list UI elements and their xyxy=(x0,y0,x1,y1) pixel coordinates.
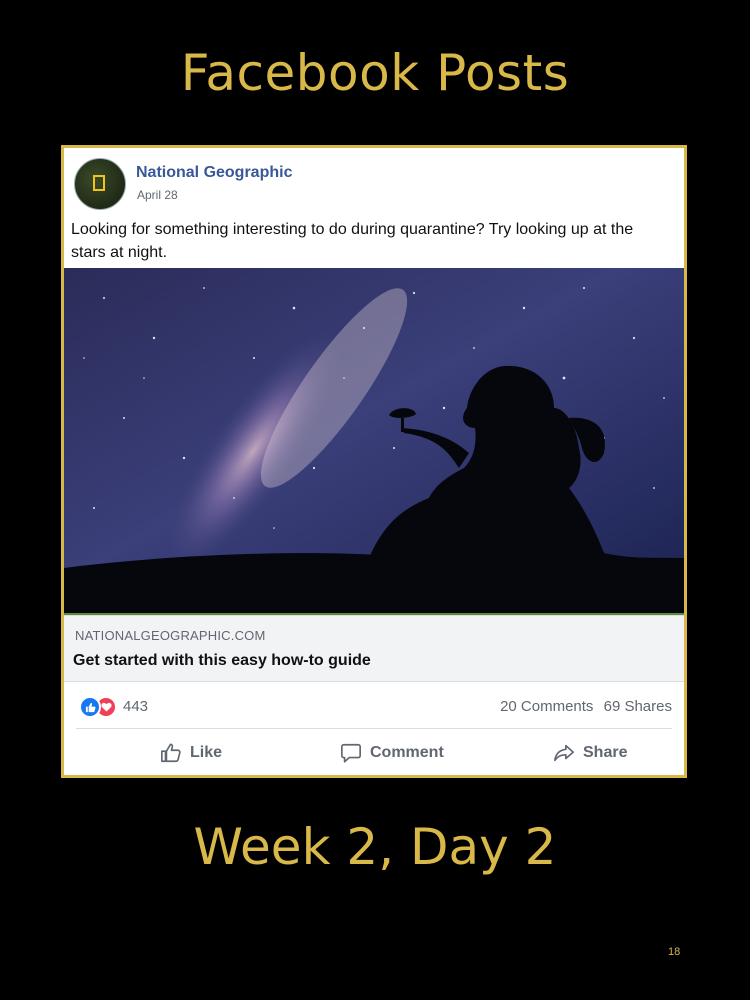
avatar[interactable] xyxy=(74,158,126,210)
comment-label: Comment xyxy=(370,744,444,761)
share-arrow-icon xyxy=(554,744,574,762)
like-label: Like xyxy=(190,744,223,761)
share-label: Share xyxy=(583,744,628,761)
slide-subtitle: Week 2, Day 2 xyxy=(193,818,557,876)
post-action-bar: Like Comment Share xyxy=(64,736,684,768)
post-image[interactable] xyxy=(64,268,684,615)
link-preview[interactable]: NATIONALGEOGRAPHIC.COM Get started with … xyxy=(64,615,684,682)
comments-count[interactable]: 20 Comments xyxy=(500,698,593,715)
page-number: 18 xyxy=(668,946,681,958)
like-button[interactable]: Like xyxy=(160,740,222,766)
action-divider xyxy=(76,728,672,729)
slide-title: Facebook Posts xyxy=(180,44,570,102)
post-date[interactable]: April 28 xyxy=(137,188,178,202)
share-button[interactable]: Share xyxy=(553,740,627,766)
night-sky-silhouette-image xyxy=(64,268,684,615)
page-name[interactable]: National Geographic xyxy=(136,164,292,182)
comment-bubble-icon xyxy=(341,743,361,763)
natgeo-logo-icon xyxy=(93,175,105,191)
comment-button[interactable]: Comment xyxy=(340,740,444,766)
thumbs-up-icon xyxy=(161,743,181,763)
shares-count[interactable]: 69 Shares xyxy=(604,698,672,715)
engagement-stats: 20 Comments 69 Shares xyxy=(494,698,672,715)
post-text: Looking for something interesting to do … xyxy=(71,221,634,261)
link-domain: NATIONALGEOGRAPHIC.COM xyxy=(75,628,266,643)
link-title[interactable]: Get started with this easy how-to guide xyxy=(73,652,371,670)
reaction-count: 443 xyxy=(123,698,149,715)
like-reaction-icon xyxy=(79,696,101,718)
facebook-post-card: National Geographic April 28 Looking for… xyxy=(61,145,687,778)
